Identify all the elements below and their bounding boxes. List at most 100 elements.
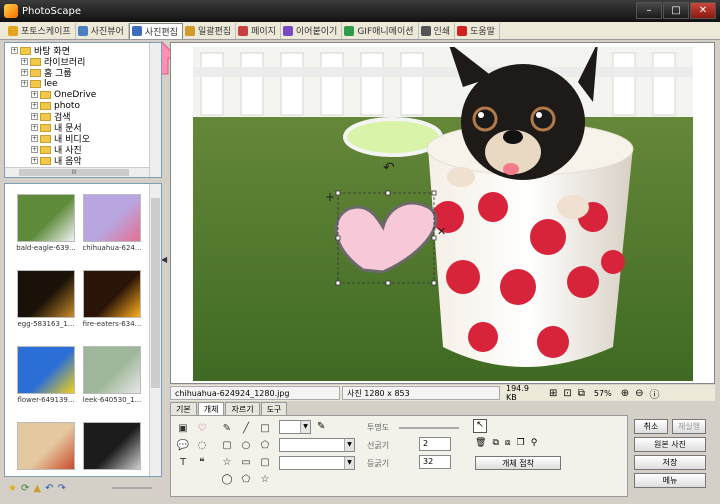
rounded-square-icon[interactable]: ▢ [259, 456, 271, 468]
insert-photo-icon[interactable]: ▣ [177, 422, 189, 434]
original-photo-button[interactable]: 원본 사진 [634, 437, 706, 452]
pentagon-outline-icon[interactable]: ⬠ [240, 473, 252, 485]
thumbnail-image[interactable] [17, 270, 75, 318]
quote-icon[interactable]: ❝ [196, 456, 208, 468]
speech-balloon-icon[interactable]: 💬 [177, 439, 189, 451]
thumbnail-item[interactable]: flower-649139... [15, 346, 77, 404]
tab-5[interactable]: 이어붙이기 [281, 22, 343, 39]
fill-dropdown[interactable]: ▼ [279, 456, 355, 470]
expand-icon[interactable]: + [11, 47, 18, 54]
bring-front-icon[interactable]: ⧉ [492, 438, 498, 448]
back-arrow-icon[interactable]: ↶ [45, 483, 53, 494]
opacity-slider[interactable] [399, 427, 459, 429]
thumbnail-image[interactable] [83, 346, 141, 394]
insert-icon-icon[interactable]: ♡ [196, 422, 208, 434]
copy-object-icon[interactable]: ❐ [517, 438, 525, 448]
folder-up-icon[interactable]: ▲ [33, 483, 41, 494]
tree-horizontal-scrollbar[interactable]: III [5, 167, 149, 177]
pen-icon[interactable]: ✎ [221, 422, 233, 434]
tab-4[interactable]: 페이지 [236, 22, 281, 39]
thumbnail-image[interactable] [83, 422, 141, 470]
expand-icon[interactable]: + [21, 69, 28, 76]
tool-tab-3[interactable]: 도구 [260, 402, 288, 415]
thumbnail-item[interactable]: leek-640530_1... [81, 346, 143, 404]
tool-tab-0[interactable]: 기본 [170, 402, 197, 415]
thumbnail-image[interactable] [17, 422, 75, 470]
tree-item[interactable]: + 라이브러리 [11, 56, 161, 68]
thumbnail-image[interactable] [83, 270, 141, 318]
send-back-icon[interactable]: ⧈ [505, 438, 511, 448]
tree-item[interactable]: + photo [11, 100, 161, 111]
actual-size-icon[interactable]: ⊡ [563, 388, 571, 399]
balloon-icon[interactable]: ◌ [196, 439, 208, 451]
expand-icon[interactable]: + [31, 113, 38, 120]
expand-icon[interactable]: + [21, 80, 28, 87]
expand-icon[interactable]: + [31, 146, 38, 153]
expand-icon[interactable]: + [21, 58, 28, 65]
tab-1[interactable]: 사진뷰어 [76, 22, 129, 39]
image-canvas[interactable]: ↶ + ✕ [170, 42, 715, 384]
tab-3[interactable]: 일괄편집 [183, 22, 237, 39]
tree-item[interactable]: + 내 사진 [11, 144, 161, 156]
minimize-button[interactable]: – [636, 2, 662, 19]
rounded-rect-icon[interactable]: ▢ [221, 439, 233, 451]
thumbnail-image[interactable] [17, 194, 75, 242]
menu-button[interactable]: 메뉴 [634, 473, 706, 488]
eyedropper-icon[interactable]: ✎ [317, 421, 325, 432]
thumbnail-item[interactable] [81, 422, 143, 472]
select-pointer-icon[interactable]: ↖ [473, 419, 487, 433]
redo-button[interactable]: 재실행 [672, 419, 706, 434]
circle-icon[interactable]: ○ [240, 439, 252, 451]
forward-arrow-icon[interactable]: ↷ [57, 483, 65, 494]
thumbnail-item[interactable]: chihuahua-624... [81, 194, 143, 252]
edited-photo[interactable]: ↶ + ✕ [193, 47, 693, 381]
line-style-dropdown[interactable]: ▼ [279, 420, 311, 434]
thumbnail-item[interactable]: egg-583163_1... [15, 270, 77, 328]
tab-2[interactable]: 사진편집 [128, 22, 183, 39]
fit-icon[interactable]: ⊞ [549, 388, 557, 399]
star-icon[interactable]: ★ [8, 483, 17, 494]
text-icon[interactable]: T [177, 456, 189, 468]
expand-icon[interactable]: + [31, 124, 38, 131]
tab-8[interactable]: 도움말 [455, 22, 500, 39]
square-shape-icon[interactable]: ▭ [240, 456, 252, 468]
expand-icon[interactable]: + [31, 102, 38, 109]
zoom-out-icon[interactable]: ⊖ [635, 388, 643, 399]
close-button[interactable]: ✕ [690, 2, 716, 19]
tree-item[interactable]: + OneDrive [11, 89, 161, 100]
tool-tab-2[interactable]: 자르기 [225, 402, 260, 415]
undo-button[interactable]: 취소 [634, 419, 668, 434]
object-attach-button[interactable]: 개체 접착 [475, 456, 561, 470]
ellipse-icon[interactable]: ◯ [221, 473, 233, 485]
save-button[interactable]: 저장 [634, 455, 706, 470]
thumbnail-item[interactable] [15, 422, 77, 472]
pentagon-icon[interactable]: ⬠ [259, 439, 271, 451]
rectangle-icon[interactable]: □ [259, 422, 271, 434]
tree-item[interactable]: + 홈 그룹 [11, 67, 161, 79]
tab-0[interactable]: 포토스케이프 [6, 22, 76, 39]
thumbnail-item[interactable]: fire-eaters-634... [81, 270, 143, 328]
line-width-spinner[interactable]: 2 [419, 437, 451, 451]
tree-item[interactable]: + lee [11, 78, 161, 89]
zoom-in-icon[interactable]: ⊕ [621, 388, 629, 399]
expand-icon[interactable]: + [31, 135, 38, 142]
tree-item[interactable]: + 검색 [11, 111, 161, 123]
line-icon[interactable]: ╱ [240, 422, 252, 434]
tree-vertical-scrollbar[interactable] [149, 43, 161, 177]
tool-tab-1[interactable]: 개체 [197, 402, 225, 415]
expand-icon[interactable]: + [31, 91, 38, 98]
star-shape-icon[interactable]: ☆ [221, 456, 233, 468]
tab-6[interactable]: GIF애니메이션 [342, 22, 419, 39]
zoom-fit-icon[interactable]: ⧉ [578, 388, 585, 399]
tree-item[interactable]: + 바탕 화면 [11, 45, 161, 57]
thumbnail-scrollbar[interactable] [149, 184, 161, 476]
thickness-spinner[interactable]: 32 [419, 455, 451, 469]
refresh-icon[interactable]: ⟳ [21, 483, 29, 494]
thumb-size-slider[interactable] [112, 487, 152, 489]
thumbnail-item[interactable]: bald-eagle-639... [15, 194, 77, 252]
tab-7[interactable]: 인쇄 [419, 22, 456, 39]
info-icon[interactable]: ⓘ [649, 386, 659, 401]
maximize-button[interactable]: □ [663, 2, 689, 19]
thumbnail-panel[interactable]: bald-eagle-639... chihuahua-624... egg-583… [4, 183, 162, 477]
expand-icon[interactable]: + [31, 157, 38, 164]
